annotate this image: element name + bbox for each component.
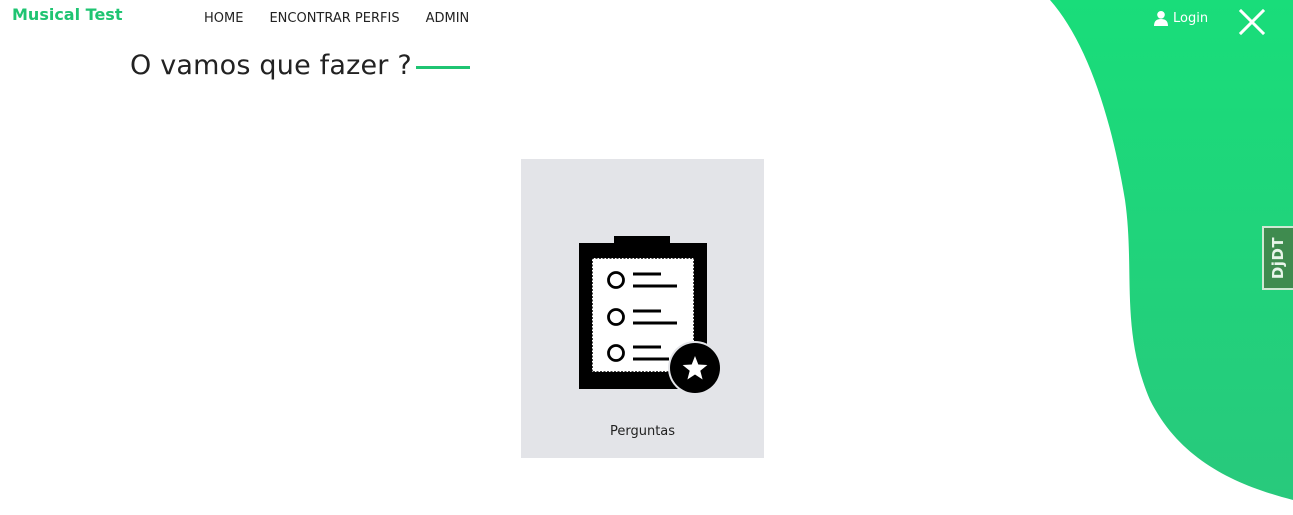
- login-link[interactable]: Login: [1153, 10, 1208, 26]
- debug-toolbar-handle[interactable]: DjDT: [1262, 226, 1293, 290]
- debug-toolbar-label: DjDT: [1269, 236, 1288, 280]
- card-label: Perguntas: [609, 424, 676, 439]
- nav-item-encontrar-perfis[interactable]: ENCONTRAR PERFIS: [256, 10, 412, 28]
- heading-underline: [415, 66, 470, 69]
- page-title: O vamos que fazer ?: [130, 50, 412, 81]
- section-heading: O vamos que fazer ?: [130, 50, 470, 81]
- clipboard-checklist-star-icon: [579, 236, 722, 395]
- close-icon[interactable]: [1238, 8, 1266, 36]
- user-icon: [1154, 11, 1168, 26]
- brand-logo[interactable]: Musical Test: [12, 5, 122, 24]
- card-perguntas[interactable]: Perguntas: [521, 159, 764, 458]
- main-nav: HOME ENCONTRAR PERFIS ADMIN: [191, 10, 482, 28]
- nav-item-admin[interactable]: ADMIN: [413, 10, 483, 28]
- nav-item-home[interactable]: HOME: [191, 10, 256, 28]
- login-label: Login: [1173, 10, 1209, 26]
